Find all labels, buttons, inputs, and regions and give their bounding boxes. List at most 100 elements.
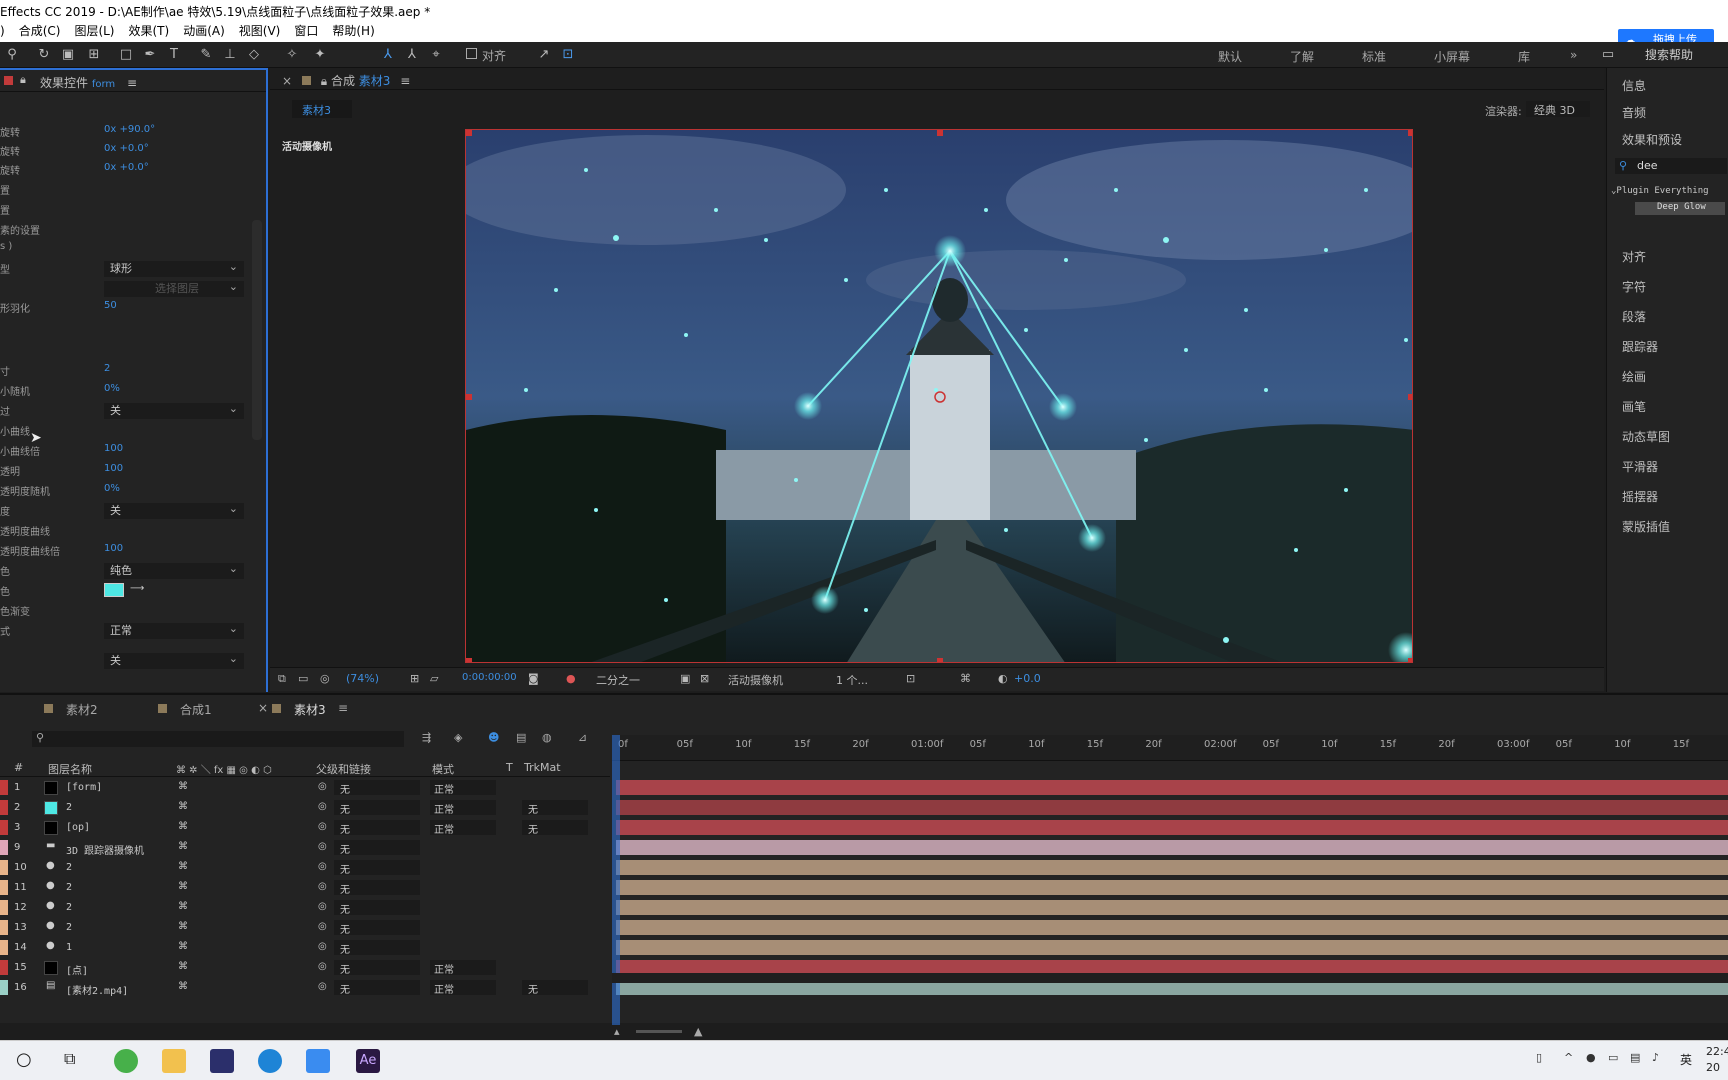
effects-presets-tab[interactable]: 效果和预设 [1622, 131, 1682, 148]
layer-label-color[interactable] [0, 980, 8, 995]
property-dropdown[interactable]: 球形 [104, 259, 244, 277]
workspace-small-screen[interactable]: 小屏幕 [1434, 48, 1470, 65]
workspace-learn[interactable]: 了解 [1290, 48, 1314, 65]
layer-row[interactable]: 2 2 ⌘ ◎ 无正常无 [0, 799, 610, 817]
fast-preview-icon[interactable]: ⊡ [906, 672, 915, 685]
shy-switch-icon[interactable]: ⌘ [178, 821, 188, 832]
always-preview-icon[interactable]: ⧉ [278, 672, 286, 686]
layer-label-color[interactable] [0, 960, 8, 975]
battery-icon[interactable]: ▯ [1536, 1051, 1542, 1064]
property-value[interactable]: 0x +0.0° [104, 143, 149, 154]
effects-search-input[interactable]: dee [1615, 158, 1727, 174]
layer-name[interactable]: [点] [66, 962, 88, 977]
layer-name[interactable]: [form] [66, 782, 102, 793]
renderer-select[interactable]: 经典 3D [1526, 101, 1590, 117]
workspace-default[interactable]: 默认 [1218, 48, 1242, 65]
timeline-tab-2[interactable]: 合成1 [180, 701, 212, 718]
layer-duration-bar[interactable] [616, 940, 1728, 955]
layer-duration-bar[interactable] [616, 820, 1728, 835]
pickwhip-icon[interactable]: ◎ [318, 841, 327, 852]
view-select[interactable]: 活动摄像机 [728, 672, 783, 688]
layer-name[interactable]: 1 [66, 942, 72, 953]
panel-menu-icon[interactable]: ≡ [338, 701, 348, 715]
rotate-tool-icon[interactable]: ↻ [36, 47, 52, 63]
property-value[interactable]: 100 [104, 463, 123, 474]
layer-name[interactable]: 2 [66, 922, 72, 933]
comp-flowchart-icon[interactable]: ⇶ [422, 731, 431, 744]
zoom-out-icon[interactable]: ▴ [614, 1025, 620, 1038]
zoom-slider[interactable] [636, 1030, 682, 1033]
layer-label-color[interactable] [0, 880, 8, 895]
camera-tool-icon[interactable]: ▣ [60, 47, 76, 63]
comp-subtab[interactable]: 素材3 [292, 100, 352, 118]
pickwhip-icon[interactable]: ◎ [318, 941, 327, 952]
resolution-select[interactable]: 二分之一 [596, 672, 640, 688]
view-axis-icon[interactable]: ⌖ [428, 47, 444, 63]
parent-select[interactable]: 无 [334, 820, 420, 836]
layer-row[interactable]: 9 ▬ 3D 跟踪器摄像机 ⌘ ◎ 无 [0, 839, 610, 857]
menu-view[interactable]: 视图(V) [239, 22, 281, 39]
shy-switch-icon[interactable]: ⌘ [178, 801, 188, 812]
flowchart-icon[interactable]: ⌘ [960, 672, 971, 685]
close-icon[interactable]: × [282, 74, 292, 88]
effect-controls-tab[interactable]: 🔒︎ 效果控件 form ≡ [0, 70, 266, 92]
layer-name[interactable]: 2 [66, 902, 72, 913]
menu-animation[interactable]: 动画(A) [183, 22, 225, 39]
lock-icon[interactable]: 🔒︎ [20, 73, 26, 87]
panel-menu-icon[interactable]: ≡ [127, 76, 137, 90]
search-icon[interactable]: ⚲ [4, 47, 20, 63]
tree-group[interactable]: ⌄Plugin Everything [1611, 186, 1709, 196]
workspace-libraries[interactable]: 库 [1518, 48, 1530, 65]
volume-icon[interactable]: ♪ [1652, 1051, 1659, 1064]
panel-tab[interactable]: 摇摆器 [1622, 488, 1658, 505]
composition-viewer[interactable] [465, 129, 1413, 663]
snapshot-icon[interactable]: ◙ [528, 672, 539, 685]
panel-tab[interactable]: 跟踪器 [1622, 338, 1658, 355]
puppet-pin-icon[interactable]: ✦ [312, 47, 328, 63]
graph-editor-icon[interactable]: ⊿ [578, 731, 587, 744]
clock-time[interactable]: 22:4 [1706, 1045, 1728, 1058]
exposure-icon[interactable]: ◐ [998, 672, 1008, 685]
snap-grid-icon[interactable]: ⊡ [560, 47, 576, 63]
app-icon[interactable] [210, 1049, 234, 1073]
file-explorer-icon[interactable] [162, 1049, 186, 1073]
toggle-transparency-icon[interactable]: ⊠ [700, 672, 709, 685]
blend-mode-select[interactable]: 正常 [430, 780, 496, 796]
property-value[interactable]: 0x +0.0° [104, 162, 149, 173]
audio-panel-tab[interactable]: 音频 [1622, 104, 1646, 121]
local-axis-icon[interactable]: ⅄ [380, 47, 396, 63]
layer-name[interactable]: 2 [66, 862, 72, 873]
layer-label-color[interactable] [0, 840, 8, 855]
parent-select[interactable]: 无 [334, 840, 420, 856]
zoom-select[interactable]: (74%) [346, 672, 379, 685]
layer-name[interactable]: [op] [66, 822, 90, 833]
edge-icon[interactable] [258, 1049, 282, 1073]
name-header[interactable]: 图层名称 [48, 761, 92, 777]
track-matte-select[interactable]: 无 [522, 820, 588, 836]
roi-icon[interactable]: ▣ [680, 672, 690, 685]
panel-tab[interactable]: 蒙版插值 [1622, 518, 1670, 535]
layer-label-color[interactable] [0, 820, 8, 835]
world-axis-icon[interactable]: ⅄ [404, 47, 420, 63]
search-icon[interactable]: ○ [16, 1049, 32, 1070]
motion-blur-icon[interactable]: ◍ [542, 731, 552, 744]
layer-row[interactable]: 13 ● 2 ⌘ ◎ 无 [0, 919, 610, 937]
panel-toggle-icon[interactable]: ▭ [1600, 47, 1616, 63]
timeline-tab-3[interactable]: 素材3 [294, 701, 326, 718]
layer-name[interactable]: 2 [66, 802, 72, 813]
mask-visibility-icon[interactable]: ◎ [320, 672, 330, 685]
workspace-standard[interactable]: 标准 [1362, 48, 1386, 65]
property-value[interactable]: 50 [104, 300, 117, 311]
grid-icon[interactable]: ⊞ [410, 672, 419, 685]
layer-duration-bar[interactable] [616, 860, 1728, 875]
layer-duration-bar[interactable] [616, 900, 1728, 915]
property-value[interactable]: 2 [104, 363, 110, 374]
layer-row[interactable]: 3 [op] ⌘ ◎ 无正常无 [0, 819, 610, 837]
pickwhip-icon[interactable]: ◎ [318, 801, 327, 812]
parent-select[interactable]: 无 [334, 940, 420, 956]
frame-blend-icon[interactable]: ▤ [516, 731, 526, 744]
chevron-up-icon[interactable]: ^ [1564, 1051, 1573, 1064]
layer-label-color[interactable] [0, 860, 8, 875]
timeline-tab-1[interactable]: 素材2 [66, 701, 98, 718]
layer-label-color[interactable] [0, 780, 8, 795]
